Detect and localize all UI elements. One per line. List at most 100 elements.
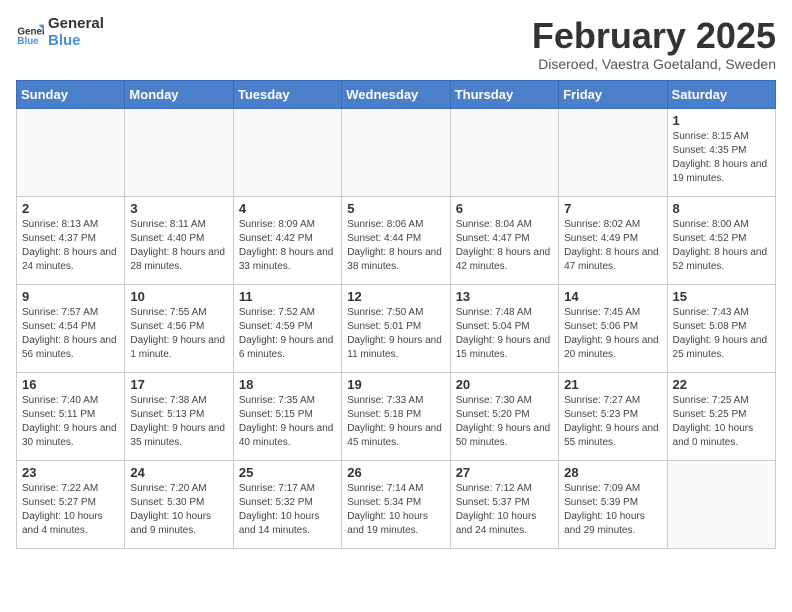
day-number: 26 bbox=[347, 465, 444, 480]
calendar-day-27: 27 Sunrise: 7:12 AM Sunset: 5:37 PM Dayli… bbox=[450, 460, 558, 548]
weekday-header-friday: Friday bbox=[559, 80, 667, 108]
day-number: 27 bbox=[456, 465, 553, 480]
day-info: Sunrise: 7:50 AM Sunset: 5:01 PM Dayligh… bbox=[347, 306, 444, 362]
day-number: 19 bbox=[347, 377, 444, 392]
logo: General Blue General Blue bbox=[16, 16, 104, 49]
day-info: Sunrise: 7:22 AM Sunset: 5:27 PM Dayligh… bbox=[22, 482, 119, 538]
day-info: Sunrise: 7:48 AM Sunset: 5:04 PM Dayligh… bbox=[456, 306, 553, 362]
day-info: Sunrise: 7:27 AM Sunset: 5:23 PM Dayligh… bbox=[564, 394, 661, 450]
calendar-day-empty bbox=[125, 108, 233, 196]
week-row-3: 9 Sunrise: 7:57 AM Sunset: 4:54 PM Daylig… bbox=[17, 284, 776, 372]
calendar-day-12: 12 Sunrise: 7:50 AM Sunset: 5:01 PM Dayli… bbox=[342, 284, 450, 372]
day-info: Sunrise: 7:35 AM Sunset: 5:15 PM Dayligh… bbox=[239, 394, 336, 450]
calendar-day-15: 15Sunrise: 7:43 AM Sunset: 5:08 PM Dayli… bbox=[667, 284, 775, 372]
day-info: Sunrise: 7:09 AM Sunset: 5:39 PM Dayligh… bbox=[564, 482, 661, 538]
day-info: Sunrise: 7:12 AM Sunset: 5:37 PM Dayligh… bbox=[456, 482, 553, 538]
day-number: 18 bbox=[239, 377, 336, 392]
week-row-2: 2Sunrise: 8:13 AM Sunset: 4:37 PM Daylig… bbox=[17, 196, 776, 284]
calendar-day-11: 11 Sunrise: 7:52 AM Sunset: 4:59 PM Dayli… bbox=[233, 284, 341, 372]
weekday-header-row: SundayMondayTuesdayWednesdayThursdayFrid… bbox=[17, 80, 776, 108]
day-number: 8 bbox=[673, 201, 770, 216]
day-info: Sunrise: 8:09 AM Sunset: 4:42 PM Dayligh… bbox=[239, 218, 336, 274]
weekday-header-wednesday: Wednesday bbox=[342, 80, 450, 108]
day-info: Sunrise: 8:04 AM Sunset: 4:47 PM Dayligh… bbox=[456, 218, 553, 274]
day-number: 12 bbox=[347, 289, 444, 304]
logo-blue: Blue bbox=[48, 33, 104, 50]
day-info: Sunrise: 8:00 AM Sunset: 4:52 PM Dayligh… bbox=[673, 218, 770, 274]
day-number: 23 bbox=[22, 465, 119, 480]
calendar-day-24: 24 Sunrise: 7:20 AM Sunset: 5:30 PM Dayli… bbox=[125, 460, 233, 548]
week-row-4: 16Sunrise: 7:40 AM Sunset: 5:11 PM Dayli… bbox=[17, 372, 776, 460]
calendar-day-5: 5 Sunrise: 8:06 AM Sunset: 4:44 PM Daylig… bbox=[342, 196, 450, 284]
calendar-day-2: 2Sunrise: 8:13 AM Sunset: 4:37 PM Daylig… bbox=[17, 196, 125, 284]
day-info: Sunrise: 7:52 AM Sunset: 4:59 PM Dayligh… bbox=[239, 306, 336, 362]
day-number: 6 bbox=[456, 201, 553, 216]
calendar-table: SundayMondayTuesdayWednesdayThursdayFrid… bbox=[16, 80, 776, 549]
day-info: Sunrise: 8:06 AM Sunset: 4:44 PM Dayligh… bbox=[347, 218, 444, 274]
calendar-day-17: 17Sunrise: 7:38 AM Sunset: 5:13 PM Dayli… bbox=[125, 372, 233, 460]
day-number: 28 bbox=[564, 465, 661, 480]
day-info: Sunrise: 7:25 AM Sunset: 5:25 PM Dayligh… bbox=[673, 394, 770, 450]
calendar-day-empty bbox=[559, 108, 667, 196]
calendar-day-13: 13 Sunrise: 7:48 AM Sunset: 5:04 PM Dayli… bbox=[450, 284, 558, 372]
day-number: 11 bbox=[239, 289, 336, 304]
day-number: 20 bbox=[456, 377, 553, 392]
weekday-header-tuesday: Tuesday bbox=[233, 80, 341, 108]
calendar-day-9: 9 Sunrise: 7:57 AM Sunset: 4:54 PM Daylig… bbox=[17, 284, 125, 372]
calendar-day-25: 25 Sunrise: 7:17 AM Sunset: 5:32 PM Dayli… bbox=[233, 460, 341, 548]
calendar-day-14: 14 Sunrise: 7:45 AM Sunset: 5:06 PM Dayli… bbox=[559, 284, 667, 372]
day-number: 21 bbox=[564, 377, 661, 392]
calendar-day-20: 20Sunrise: 7:30 AM Sunset: 5:20 PM Dayli… bbox=[450, 372, 558, 460]
day-number: 13 bbox=[456, 289, 553, 304]
day-number: 16 bbox=[22, 377, 119, 392]
svg-text:Blue: Blue bbox=[17, 36, 39, 47]
location-subtitle: Diseroed, Vaestra Goetaland, Sweden bbox=[532, 56, 776, 72]
day-number: 22 bbox=[673, 377, 770, 392]
calendar-day-23: 23 Sunrise: 7:22 AM Sunset: 5:27 PM Dayli… bbox=[17, 460, 125, 548]
day-number: 24 bbox=[130, 465, 227, 480]
calendar-day-empty bbox=[17, 108, 125, 196]
day-info: Sunrise: 7:17 AM Sunset: 5:32 PM Dayligh… bbox=[239, 482, 336, 538]
calendar-day-1: 1Sunrise: 8:15 AM Sunset: 4:35 PM Daylig… bbox=[667, 108, 775, 196]
calendar-day-21: 21 Sunrise: 7:27 AM Sunset: 5:23 PM Dayli… bbox=[559, 372, 667, 460]
day-info: Sunrise: 8:11 AM Sunset: 4:40 PM Dayligh… bbox=[130, 218, 227, 274]
calendar-day-28: 28 Sunrise: 7:09 AM Sunset: 5:39 PM Dayli… bbox=[559, 460, 667, 548]
calendar-day-empty bbox=[667, 460, 775, 548]
day-info: Sunrise: 7:33 AM Sunset: 5:18 PM Dayligh… bbox=[347, 394, 444, 450]
day-info: Sunrise: 8:13 AM Sunset: 4:37 PM Dayligh… bbox=[22, 218, 119, 274]
calendar-day-10: 10 Sunrise: 7:55 AM Sunset: 4:56 PM Dayli… bbox=[125, 284, 233, 372]
day-info: Sunrise: 7:57 AM Sunset: 4:54 PM Dayligh… bbox=[22, 306, 119, 362]
calendar-day-18: 18 Sunrise: 7:35 AM Sunset: 5:15 PM Dayli… bbox=[233, 372, 341, 460]
calendar-day-19: 19 Sunrise: 7:33 AM Sunset: 5:18 PM Dayli… bbox=[342, 372, 450, 460]
calendar-day-16: 16Sunrise: 7:40 AM Sunset: 5:11 PM Dayli… bbox=[17, 372, 125, 460]
title-area: February 2025 Diseroed, Vaestra Goetalan… bbox=[532, 16, 776, 72]
calendar-day-8: 8 Sunrise: 8:00 AM Sunset: 4:52 PM Daylig… bbox=[667, 196, 775, 284]
day-number: 14 bbox=[564, 289, 661, 304]
calendar-day-empty bbox=[342, 108, 450, 196]
calendar-day-22: 22 Sunrise: 7:25 AM Sunset: 5:25 PM Dayli… bbox=[667, 372, 775, 460]
day-info: Sunrise: 8:15 AM Sunset: 4:35 PM Dayligh… bbox=[673, 130, 770, 186]
calendar-day-3: 3Sunrise: 8:11 AM Sunset: 4:40 PM Daylig… bbox=[125, 196, 233, 284]
weekday-header-saturday: Saturday bbox=[667, 80, 775, 108]
logo-icon: General Blue bbox=[16, 19, 44, 47]
day-info: Sunrise: 7:14 AM Sunset: 5:34 PM Dayligh… bbox=[347, 482, 444, 538]
day-info: Sunrise: 7:55 AM Sunset: 4:56 PM Dayligh… bbox=[130, 306, 227, 362]
day-number: 17 bbox=[130, 377, 227, 392]
page-header: General Blue General Blue February 2025 … bbox=[16, 16, 776, 72]
day-number: 4 bbox=[239, 201, 336, 216]
calendar-day-6: 6 Sunrise: 8:04 AM Sunset: 4:47 PM Daylig… bbox=[450, 196, 558, 284]
weekday-header-monday: Monday bbox=[125, 80, 233, 108]
day-number: 9 bbox=[22, 289, 119, 304]
week-row-1: 1Sunrise: 8:15 AM Sunset: 4:35 PM Daylig… bbox=[17, 108, 776, 196]
calendar-day-26: 26 Sunrise: 7:14 AM Sunset: 5:34 PM Dayli… bbox=[342, 460, 450, 548]
week-row-5: 23 Sunrise: 7:22 AM Sunset: 5:27 PM Dayli… bbox=[17, 460, 776, 548]
day-info: Sunrise: 7:45 AM Sunset: 5:06 PM Dayligh… bbox=[564, 306, 661, 362]
day-number: 10 bbox=[130, 289, 227, 304]
day-number: 5 bbox=[347, 201, 444, 216]
day-number: 7 bbox=[564, 201, 661, 216]
day-info: Sunrise: 7:20 AM Sunset: 5:30 PM Dayligh… bbox=[130, 482, 227, 538]
weekday-header-sunday: Sunday bbox=[17, 80, 125, 108]
logo-general: General bbox=[48, 16, 104, 33]
day-number: 25 bbox=[239, 465, 336, 480]
day-info: Sunrise: 7:43 AM Sunset: 5:08 PM Dayligh… bbox=[673, 306, 770, 362]
